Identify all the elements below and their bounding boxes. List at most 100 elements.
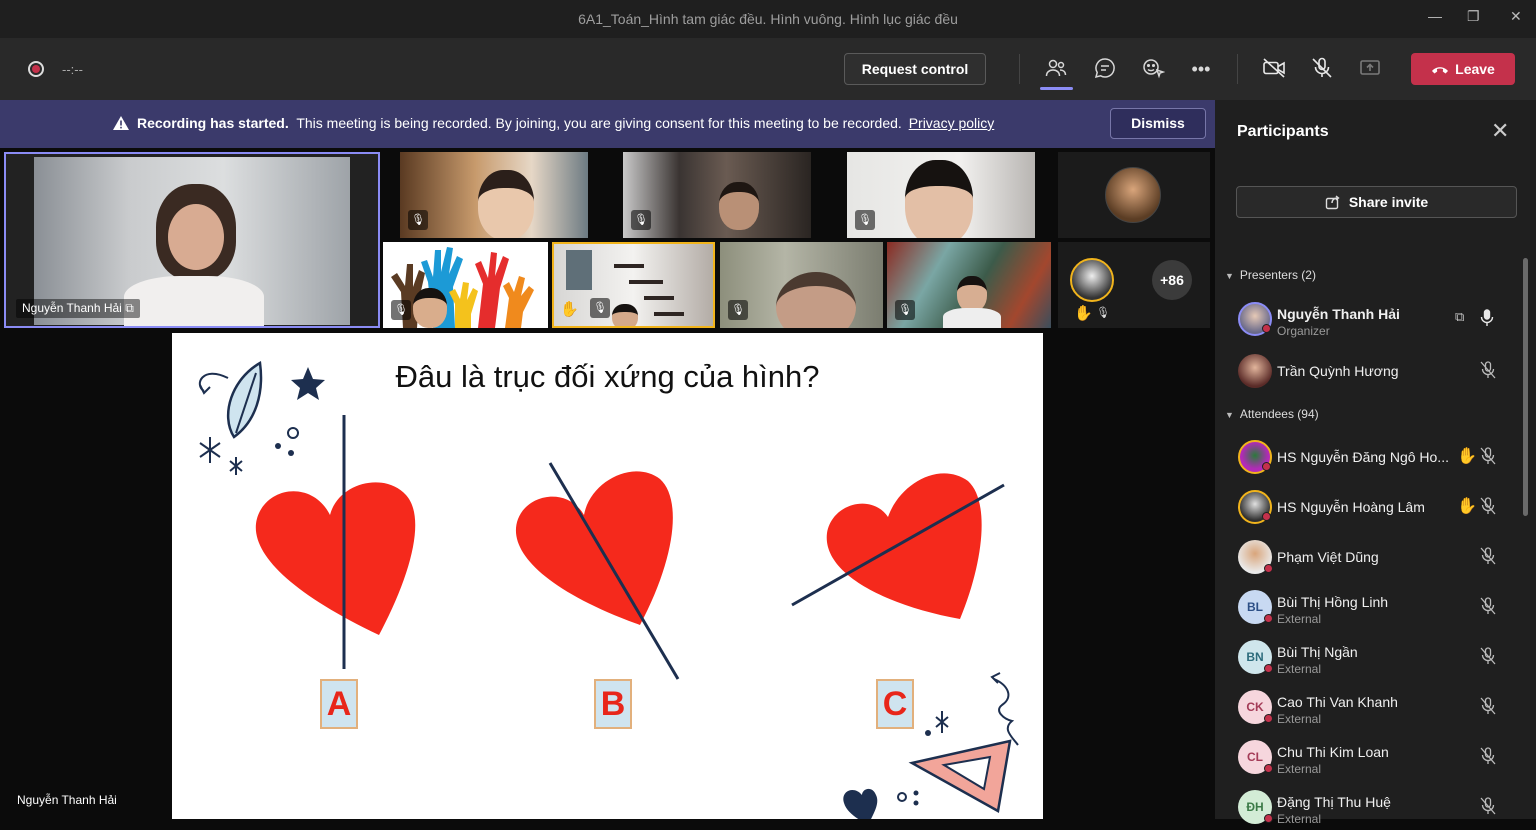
avatar-initials: CK [1246,700,1264,714]
participant-row[interactable]: CK Cao Thi Van Khanh External [1215,684,1520,730]
participant-name: Bùi Thị Ngần [1277,644,1358,660]
video-tile[interactable]: 🎙 [623,152,811,238]
share-screen-icon[interactable] [1357,56,1383,82]
status-dot [1264,714,1273,723]
share-invite-button[interactable]: Share invite [1236,186,1517,218]
video-tile-main[interactable]: Nguyễn Thanh Hải ⧉ [4,152,380,328]
status-dot [1262,462,1271,471]
presenters-section-header[interactable]: ▼ Presenters (2) [1225,268,1316,282]
close-panel-icon[interactable]: ✕ [1491,118,1509,144]
main-tile-name: Nguyễn Thanh Hải ⧉ [16,299,140,318]
video-tile[interactable]: 🎙 [720,242,883,328]
more-options-icon[interactable]: ••• [1188,56,1214,82]
share-invite-label: Share invite [1348,194,1429,210]
avatar: CL [1238,740,1273,774]
video-shirt [124,276,264,326]
dismiss-button[interactable]: Dismiss [1110,108,1206,139]
mic-muted-icon [1480,647,1496,669]
video-tile-avatar[interactable]: ✋ 🎙 +86 [1058,242,1210,328]
raised-hand-icon: ✋ [1074,305,1093,322]
participant-role: External [1277,712,1322,726]
participants-icon[interactable] [1043,56,1069,82]
participant-name: HS Nguyễn Đăng Ngô Ho... [1277,449,1449,465]
participant-row[interactable]: ĐH Đặng Thị Thu Huệ External [1215,784,1520,830]
video-face [612,304,638,326]
participant-row[interactable]: Trần Quỳnh Hương [1215,348,1520,394]
leave-button[interactable]: Leave [1411,53,1515,85]
participant-row[interactable]: HS Nguyễn Hoàng Lâm ✋ [1215,484,1520,530]
participant-row[interactable]: BN Bùi Thị Ngần External [1215,634,1520,680]
participant-row[interactable]: Phạm Việt Dũng [1215,534,1520,580]
status-dot [1262,324,1271,333]
avatar-initials: CL [1247,750,1263,764]
overflow-count[interactable]: +86 [1152,260,1192,300]
avatar [1238,354,1272,388]
participant-row[interactable]: Nguyễn Thanh Hải Organizer ⧉ [1215,296,1520,342]
avatar-initials: ĐH [1246,800,1264,814]
mic-muted-icon [1480,497,1496,519]
share-icon [1325,195,1340,210]
status-dot [1264,614,1273,623]
screen-share-icon: ⧉ [125,301,134,315]
mic-muted-icon [1480,597,1496,619]
mic-muted-icon [1480,797,1496,819]
participant-row[interactable]: CL Chu Thi Kim Loan External [1215,734,1520,780]
close-window-icon[interactable]: ✕ [1510,8,1522,25]
privacy-policy-link[interactable]: Privacy policy [909,115,995,131]
participant-role: External [1277,612,1322,626]
mic-muted-icon: 🎙 [728,300,748,320]
mic-muted-icon: 🎙 [590,298,610,318]
camera-off-icon[interactable] [1261,56,1287,82]
mic-icon [1480,309,1494,331]
recording-message-text: This meeting is being recorded. By joini… [296,115,902,131]
participant-role: External [1277,662,1322,676]
mic-off-icon[interactable] [1309,56,1335,82]
participant-role: External [1277,812,1322,826]
mic-muted-icon: 🎙 [408,210,428,230]
participants-panel: Participants ✕ Share invite ▼ Presenters … [1215,100,1536,826]
request-control-button[interactable]: Request control [844,53,986,85]
main-tile-name-text: Nguyễn Thanh Hải [22,301,122,315]
status-dot [1264,664,1273,673]
mic-muted-icon: 🎙 [855,210,875,230]
recording-banner: Recording has started. This meeting is b… [0,100,1215,148]
video-face [168,204,224,270]
mic-muted-icon [1480,697,1496,719]
reactions-icon[interactable] [1140,56,1166,82]
window-title: 6A1_Toán_Hình tam giác đều. Hình vuông. … [578,11,958,27]
leave-label: Leave [1455,61,1495,77]
toolbar-divider [1019,54,1020,84]
video-tile[interactable]: 🎙 [383,242,548,328]
mic-muted-icon [1480,447,1496,469]
raised-hand-icon: ✋ [1457,448,1477,465]
participant-row[interactable]: HS Nguyễn Đăng Ngô Ho... ✋ [1215,434,1520,480]
avatar [1238,440,1272,474]
mic-muted-icon: 🎙 [631,210,651,230]
participant-name: Phạm Việt Dũng [1277,549,1379,565]
video-tile[interactable]: 🎙 [887,242,1051,328]
panel-title: Participants [1237,123,1329,140]
chevron-down-icon: ▼ [1225,410,1234,420]
mic-muted-icon [1480,547,1496,569]
video-tile-avatar[interactable] [1058,152,1210,238]
presenter-name-label: Nguyễn Thanh Hải [17,793,117,807]
recording-message: Recording has started. This meeting is b… [137,115,994,131]
minimize-icon[interactable]: — [1428,8,1442,24]
recording-indicator-icon [28,61,44,77]
video-tile-hand-raised[interactable]: ✋ 🎙 [552,242,715,328]
panel-scrollbar[interactable] [1523,258,1528,516]
video-face [478,170,534,238]
chat-icon[interactable] [1092,56,1118,82]
avatar-initials: BN [1246,650,1264,664]
attendees-section-header[interactable]: ▼ Attendees (94) [1225,407,1319,421]
maximize-icon[interactable]: ❐ [1467,8,1480,25]
video-tile[interactable]: 🎙 [847,152,1035,238]
status-dot [1264,764,1273,773]
avatar [1238,302,1272,336]
participant-avatar [1105,167,1161,223]
participant-name: Đặng Thị Thu Huệ [1277,794,1391,810]
avatar-initials: BL [1247,600,1263,614]
video-shirt [943,308,1001,328]
video-tile[interactable]: 🎙 [400,152,588,238]
participant-row[interactable]: BL Bùi Thị Hồng Linh External [1215,584,1520,630]
